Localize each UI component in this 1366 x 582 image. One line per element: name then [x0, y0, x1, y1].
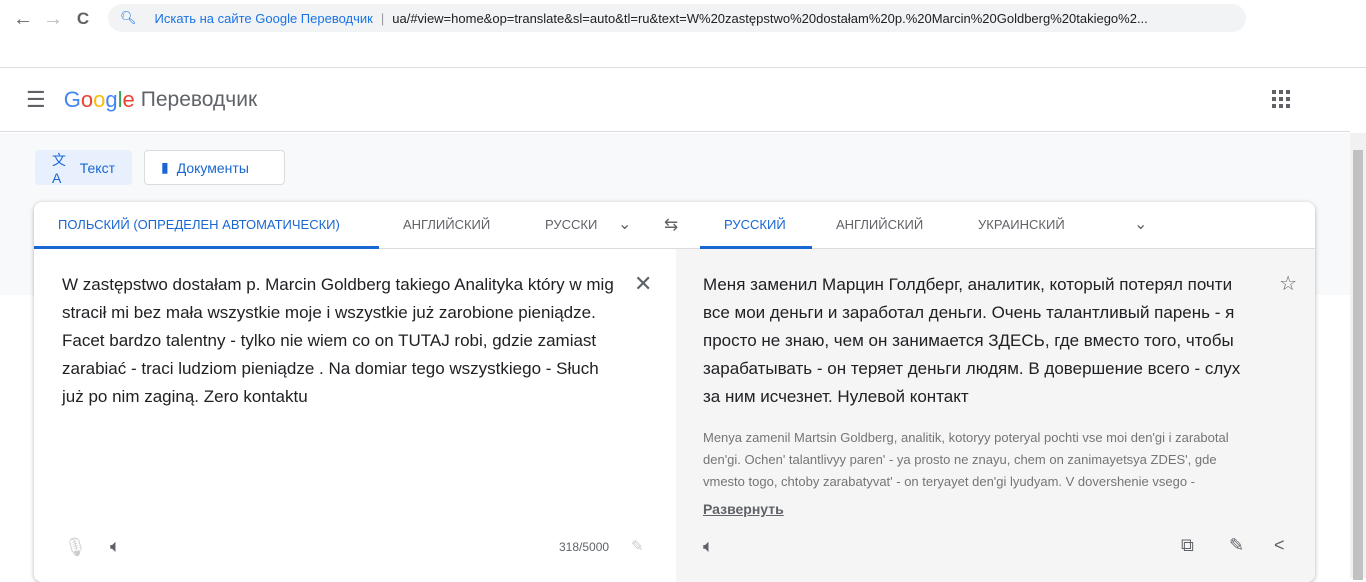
url-text: ua/#view=home&op=translate&sl=auto&tl=ru…	[392, 10, 1148, 26]
pencil-icon[interactable]: ✎	[1229, 535, 1244, 556]
transliteration-text: Menya zamenil Martsin Goldberg, analitik…	[703, 430, 1229, 489]
apps-grid-icon[interactable]	[1272, 90, 1290, 108]
tab-target-english[interactable]: АНГЛИЙСКИЙ	[836, 202, 923, 249]
divider: |	[380, 10, 385, 26]
forward-button[interactable]: →	[38, 8, 68, 31]
tab-target-ukrainian[interactable]: УКРАИНСКИЙ	[978, 202, 1065, 249]
browser-toolbar: ← → C 🔍︎ Искать на сайте Google Переводч…	[0, 0, 1366, 38]
tab-target-russian[interactable]: РУССКИЙ	[700, 202, 812, 249]
bookmarks-strip	[0, 38, 1366, 68]
source-text-input[interactable]: W zastępstwo dostałam p. Marcin Goldberg…	[62, 271, 622, 411]
scrollbar[interactable]	[1350, 133, 1366, 580]
text-mode-button[interactable]: 文A Текст	[35, 150, 132, 186]
swap-languages-icon[interactable]: ⇆	[664, 215, 678, 235]
translator-card: ПОЛЬСКИЙ (ОПРЕДЕЛЕН АВТОМАТИЧЕСКИ) АНГЛИ…	[34, 202, 1315, 582]
search-icon: 🔍︎	[120, 10, 137, 25]
tab-source-english[interactable]: АНГЛИЙСКИЙ	[403, 202, 490, 249]
source-pane: W zastępstwo dostałam p. Marcin Goldberg…	[34, 249, 676, 582]
tab-source-detected[interactable]: ПОЛЬСКИЙ (ОПРЕДЕЛЕН АВТОМАТИЧЕСКИ)	[34, 202, 379, 249]
text-mode-label: Текст	[79, 159, 115, 176]
language-tabs: ПОЛЬСКИЙ (ОПРЕДЕЛЕН АВТОМАТИЧЕСКИ) АНГЛИ…	[34, 202, 1315, 249]
document-icon: ▮	[161, 159, 169, 175]
copy-icon[interactable]: ⧉	[1181, 535, 1194, 556]
search-suggestion: Искать на сайте Google Переводчик	[154, 10, 373, 26]
documents-mode-button[interactable]: ▮ Документы	[144, 150, 285, 185]
speaker-icon[interactable]: 🔈︎	[110, 536, 121, 557]
scrollbar-thumb[interactable]	[1353, 150, 1363, 580]
app-header: ☰ Google Переводчик	[0, 68, 1350, 132]
back-button[interactable]: ←	[8, 8, 38, 31]
tab-source-russian[interactable]: РУССКИ	[545, 202, 600, 249]
translation-pane: Меня заменил Марцин Голдберг, аналитик, …	[676, 249, 1315, 582]
translate-icon: 文A	[52, 151, 66, 186]
menu-icon[interactable]: ☰	[26, 87, 46, 113]
expand-link[interactable]: Развернуть	[703, 501, 784, 517]
speaker-icon[interactable]: 🔈︎	[703, 536, 714, 557]
address-bar[interactable]: 🔍︎ Искать на сайте Google Переводчик | u…	[108, 4, 1246, 32]
reload-button[interactable]: C	[68, 9, 98, 29]
translation-text: Меня заменил Марцин Голдберг, аналитик, …	[703, 275, 1241, 406]
chevron-down-icon[interactable]: ⌄	[618, 214, 631, 234]
pencil-icon[interactable]: ✎	[631, 537, 644, 555]
clear-icon[interactable]: ✕	[634, 271, 652, 297]
microphone-icon[interactable]: 🎙︎	[64, 537, 87, 558]
google-logo[interactable]: Google	[64, 87, 135, 113]
share-icon[interactable]: <	[1274, 535, 1285, 556]
documents-mode-label: Документы	[176, 159, 249, 176]
chevron-down-icon[interactable]: ⌄	[1134, 214, 1147, 234]
product-name: Переводчик	[140, 87, 258, 111]
character-count: 318/5000	[559, 540, 610, 554]
star-icon[interactable]: ☆	[1279, 271, 1297, 296]
